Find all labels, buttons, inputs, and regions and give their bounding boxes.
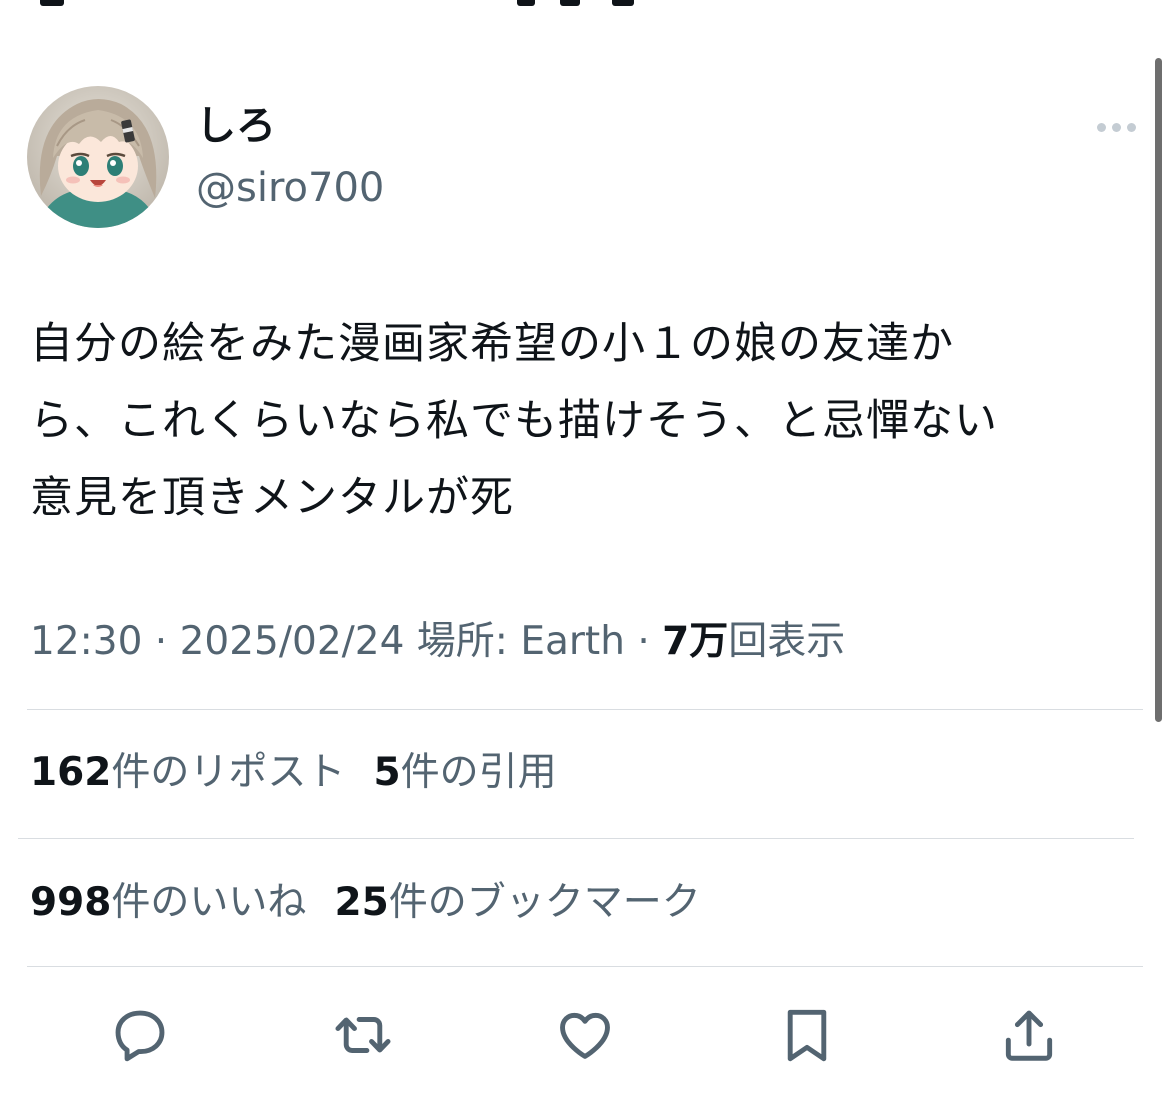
- bookmark-label: 件のブックマーク: [388, 880, 701, 925]
- tweet-meta: 12:30 · 2025/02/24 場所: Earth · 7万回表示: [30, 614, 845, 670]
- stats-row-reposts: 162件のリポスト 5件の引用: [30, 745, 557, 801]
- header-title-fragment: [560, 0, 580, 6]
- avatar-image: [27, 86, 169, 228]
- avatar[interactable]: [27, 86, 169, 228]
- divider: [27, 966, 1143, 967]
- tweet-date[interactable]: 2025/02/24: [180, 619, 405, 664]
- more-icon: [1096, 122, 1106, 132]
- more-icon: [1111, 122, 1121, 132]
- reply-button[interactable]: [105, 1000, 175, 1070]
- tweet-text-line: 自分の絵をみた漫画家希望の小１の娘の友達か: [30, 319, 954, 369]
- tweet-time[interactable]: 12:30: [30, 619, 142, 664]
- bookmark-count: 25: [334, 880, 389, 925]
- tweet-text-line: 意見を頂きメンタルが死: [30, 473, 514, 523]
- meta-separator: ·: [142, 619, 180, 664]
- location-value: Earth: [520, 619, 625, 664]
- display-name[interactable]: しろ: [196, 100, 276, 152]
- bookmark-button[interactable]: [772, 1000, 842, 1070]
- bookmark-icon: [787, 1009, 827, 1062]
- tweet-text: 自分の絵をみた漫画家希望の小１の娘の友達か ら、これくらいなら私でも描けそう、と…: [30, 306, 1145, 537]
- like-button[interactable]: [550, 1000, 620, 1070]
- user-handle[interactable]: @siro700: [196, 162, 384, 214]
- location-label: 場所:: [404, 619, 521, 664]
- header-cutoff: [0, 0, 1170, 8]
- more-icon: [1126, 122, 1136, 132]
- quote-label: 件の引用: [400, 750, 557, 795]
- heart-icon: [560, 1012, 610, 1059]
- retweet-button[interactable]: [328, 1000, 398, 1070]
- repost-count-link[interactable]: 162件のリポスト: [30, 750, 345, 795]
- divider: [27, 709, 1143, 710]
- divider: [18, 838, 1134, 839]
- header-title-fragment: [517, 0, 535, 6]
- retweet-icon: [335, 1017, 391, 1053]
- scrollbar[interactable]: [1155, 58, 1162, 722]
- back-arrow-fragment: [40, 0, 64, 6]
- quote-count: 5: [373, 750, 401, 795]
- repost-label: 件のリポスト: [111, 750, 346, 795]
- like-count-link[interactable]: 998件のいいね: [30, 880, 306, 925]
- view-count: 7万: [662, 619, 729, 664]
- view-count-label: 回表示: [728, 619, 846, 664]
- tweet-text-line: ら、これくらいなら私でも描けそう、と忌憚ない: [30, 396, 998, 446]
- reply-icon: [115, 1010, 165, 1062]
- more-options-button[interactable]: [1088, 110, 1144, 144]
- like-count: 998: [30, 880, 112, 925]
- quote-count-link[interactable]: 5件の引用: [373, 750, 556, 795]
- repost-count: 162: [30, 750, 112, 795]
- share-icon: [1005, 1010, 1053, 1061]
- bookmark-count-link[interactable]: 25件のブックマーク: [334, 880, 700, 925]
- share-button[interactable]: [994, 1000, 1064, 1070]
- stats-row-likes: 998件のいいね 25件のブックマーク: [30, 875, 701, 931]
- action-bar: [0, 1000, 1170, 1070]
- meta-separator: ·: [624, 619, 663, 664]
- like-label: 件のいいね: [111, 880, 307, 925]
- header-title-fragment: [612, 0, 634, 6]
